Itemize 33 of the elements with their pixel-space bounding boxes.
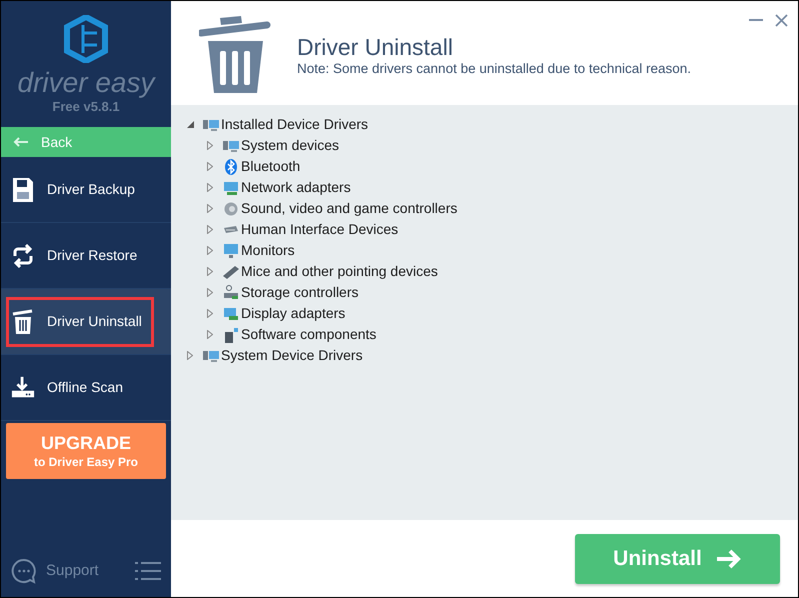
nav-item[interactable]: Driver Uninstall — [1, 289, 171, 355]
monitor-icon — [223, 242, 241, 258]
version-label: Free v5.8.1 — [52, 99, 120, 115]
software-icon — [223, 326, 241, 342]
chat-bubble-icon — [11, 558, 37, 584]
brand-name: driver easy — [18, 67, 154, 99]
support-link[interactable]: Support — [11, 558, 99, 584]
page-title: Driver Uninstall — [297, 34, 454, 60]
tree-item[interactable]: Software components — [241, 324, 376, 345]
tree-item[interactable]: Monitors — [241, 240, 295, 261]
shield-logo-icon — [63, 15, 109, 63]
tree-item[interactable]: System devices — [241, 135, 340, 156]
tree-item[interactable]: Installed Device Drivers — [221, 114, 368, 135]
tree-item[interactable]: Sound, video and game controllers — [241, 198, 458, 219]
tree-item[interactable]: Display adapters — [241, 303, 346, 324]
tree-item[interactable]: Storage controllers — [241, 282, 359, 303]
tree-item[interactable]: System Device Drivers — [221, 345, 363, 366]
trash-can-icon — [199, 13, 271, 95]
tree-item[interactable]: Network adapters — [241, 177, 351, 198]
back-arrow-icon — [13, 137, 29, 147]
arrow-right-icon — [716, 548, 742, 568]
menu-icon[interactable] — [135, 562, 161, 580]
network-icon — [223, 180, 241, 196]
download-tray-icon — [11, 376, 35, 400]
circular-arrows-icon — [11, 244, 35, 268]
tree-item[interactable]: Bluetooth — [241, 156, 300, 177]
trash-can-icon — [11, 308, 35, 334]
display-icon — [223, 306, 241, 322]
tree-item[interactable]: Mice and other pointing devices — [241, 261, 438, 282]
tree-item[interactable]: Human Interface Devices — [241, 219, 398, 240]
storage-icon — [223, 284, 241, 300]
note-text: Note: Some drivers cannot be uninstalled due to technical reason. — [297, 60, 691, 78]
close-icon[interactable] — [775, 14, 788, 26]
